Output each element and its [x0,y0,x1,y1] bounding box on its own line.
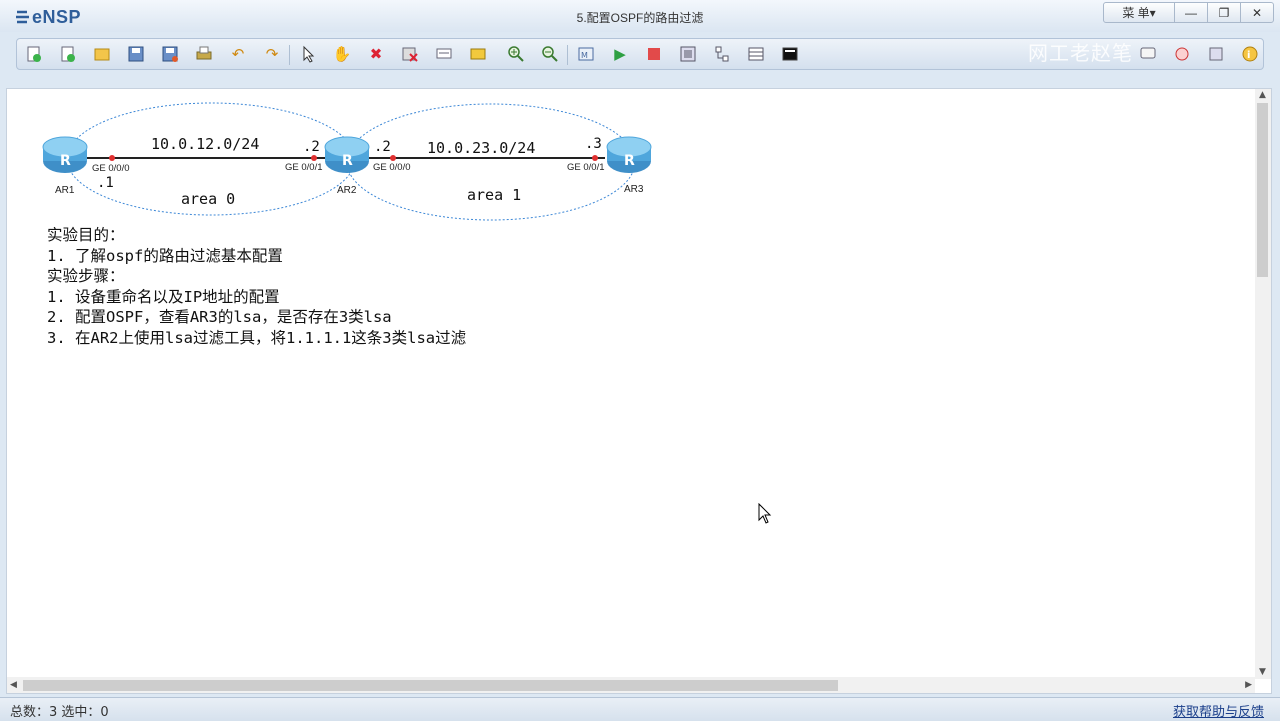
port-label: GE 0/0/1 [567,162,605,173]
delete-links-icon[interactable] [399,44,421,64]
ip-label: .3 [585,136,602,152]
device-label-ar2: AR2 [337,185,357,196]
new-topology-alt-icon[interactable] [57,44,79,64]
router-icon: R [324,136,370,173]
area-label: area 1 [467,186,521,204]
port-dot [109,155,115,161]
note-line: 实验步骤： [47,267,125,285]
mouse-cursor-icon [758,503,772,524]
help-icon[interactable]: i [1239,44,1261,64]
area-label: area 0 [181,190,235,208]
port-dot [311,155,317,161]
port-dot [390,155,396,161]
device-label-ar3: AR3 [624,184,644,195]
menu-button[interactable]: 菜 单▾ [1103,2,1175,23]
svg-text:i: i [1247,50,1250,61]
topology-canvas[interactable]: R R R AR1 AR2 AR3 10.0.12.0/24 10.0.23.0… [6,88,1272,694]
horizontal-scrollbar[interactable]: ◀ ▶ [7,677,1255,693]
subnet-label: 10.0.23.0/24 [427,139,535,157]
total-count: 总数：3 [10,705,58,720]
title-bar: eNSP 5.配置OSPF的路由过滤 菜 单▾ — ❐ ✕ [0,0,1280,32]
device-label-ar1: AR1 [55,185,75,196]
note-line: 1. 了解ospf的路由过滤基本配置 [47,246,283,265]
zoom-out-icon[interactable] [539,44,561,64]
restore-button[interactable]: ❐ [1207,2,1241,23]
horizontal-scroll-thumb[interactable] [23,680,838,691]
redo-icon[interactable]: ↷ [261,44,283,64]
ip-label: .2 [303,139,320,155]
grid-icon[interactable] [745,44,767,64]
open-icon[interactable] [91,44,113,64]
selected-count: 选中：0 [61,705,109,720]
port-dot [592,155,598,161]
subnet-label: 10.0.12.0/24 [151,135,259,153]
fit-view-icon[interactable]: M [575,44,597,64]
router-icon: R [42,136,88,173]
close-button[interactable]: ✕ [1240,2,1274,23]
svg-text:M: M [581,51,588,60]
stop-devices-icon[interactable] [643,44,665,64]
register-icon[interactable] [1205,44,1227,64]
vertical-scroll-thumb[interactable] [1257,103,1268,277]
scroll-down-icon[interactable]: ▼ [1259,667,1266,677]
settings-icon[interactable] [1171,44,1193,64]
watermark: 网工老赵笔 [1028,41,1133,65]
port-label: GE 0/0/1 [285,162,323,173]
note-line: 2. 配置OSPF，查看AR3的lsa，是否存在3类lsa [47,308,392,326]
scroll-right-icon[interactable]: ▶ [1245,680,1252,690]
chat-icon[interactable] [1137,44,1159,64]
scroll-left-icon[interactable]: ◀ [10,680,17,690]
port-label: GE 0/0/0 [92,163,130,174]
delete-icon[interactable]: ✖ [365,44,387,64]
ip-label: .1 [97,175,114,191]
scroll-up-icon[interactable]: ▲ [1259,90,1266,100]
status-counts: 总数：3 选中：0 [10,701,109,720]
undo-icon[interactable]: ↶ [227,44,249,64]
svg-text:R: R [342,153,353,169]
status-bar: 总数：3 选中：0 获取帮助与反馈 [0,697,1280,721]
minimize-button[interactable]: — [1174,2,1208,23]
svg-text:R: R [624,153,635,169]
note-line: 实验目的： [47,226,125,244]
notes-text-block: 实验目的： 1. 了解ospf的路由过滤基本配置 实验步骤： 1. 设备重命名以… [47,225,466,348]
topology-diagram: R R R AR1 AR2 AR3 10.0.12.0/24 10.0.23.0… [42,102,652,221]
svg-text:R: R [60,153,71,169]
vertical-scrollbar[interactable]: ▲ ▼ [1255,89,1271,679]
command-line-icon[interactable] [779,44,801,64]
print-icon[interactable] [193,44,215,64]
add-shape-icon[interactable] [467,44,489,64]
note-line: 1. 设备重命名以及IP地址的配置 [47,287,280,306]
save-icon[interactable] [125,44,147,64]
note-line: 3. 在AR2上使用lsa过滤工具，将1.1.1.1这条3类lsa过滤 [47,328,467,347]
zoom-in-icon[interactable] [505,44,527,64]
topo-view-icon[interactable] [711,44,733,64]
start-devices-icon[interactable]: ▶ [609,44,631,64]
add-text-icon[interactable] [433,44,455,64]
new-topology-icon[interactable] [23,44,45,64]
save-as-icon[interactable] [159,44,181,64]
port-label: GE 0/0/0 [373,162,411,173]
ip-label: .2 [374,139,391,155]
help-feedback-link[interactable]: 获取帮助与反馈 [1173,701,1264,720]
router-icon: R [606,136,652,173]
capture-icon[interactable] [677,44,699,64]
select-pointer-icon[interactable] [297,44,319,64]
window-title: 5.配置OSPF的路由过滤 [576,11,704,25]
pan-hand-icon[interactable]: ✋ [331,44,353,64]
